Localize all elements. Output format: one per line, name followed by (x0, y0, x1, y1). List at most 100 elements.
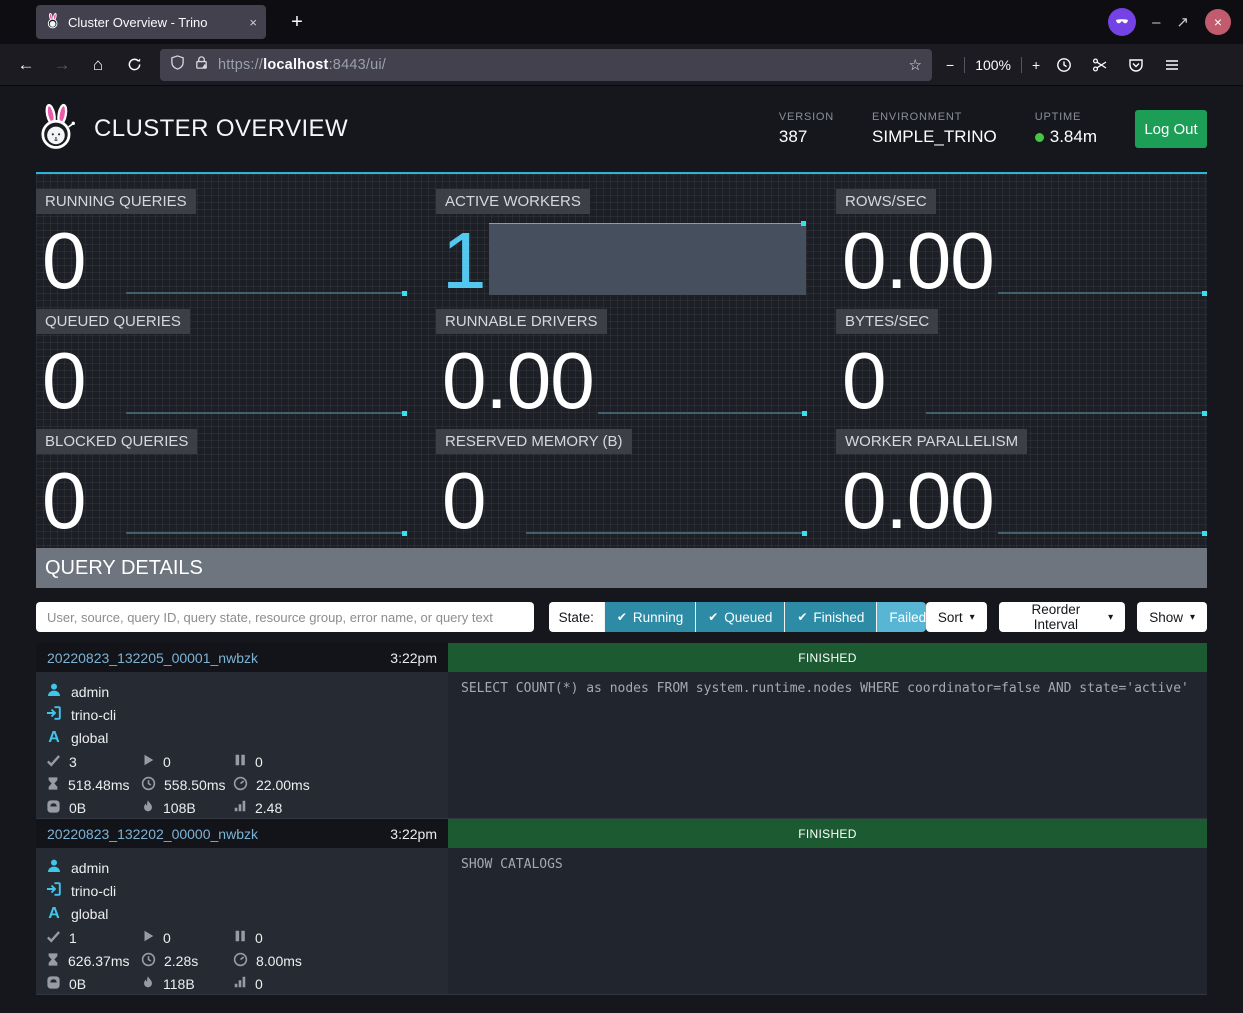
wall-time-hourglass-icon (46, 776, 60, 794)
url-host: localhost (263, 57, 328, 73)
query-user: admin (71, 860, 109, 876)
bookmark-star-icon[interactable]: ☆ (909, 56, 922, 74)
sort-dropdown[interactable]: Sort▾ (926, 602, 987, 632)
parallelism: 2.48 (255, 800, 282, 816)
screenshot-scissors-icon[interactable] (1084, 50, 1116, 80)
stat-card-active-workers: ACTIVE WORKERS 1 (436, 185, 807, 297)
current-memory-scale-icon (46, 975, 61, 993)
reload-button[interactable] (118, 50, 150, 80)
separator (1021, 57, 1022, 73)
query-time: 3:22pm (390, 650, 437, 666)
stat-value: 0.00 (842, 467, 994, 535)
resource-group-icon: A (46, 729, 62, 747)
stat-label: WORKER PARALLELISM (836, 429, 1027, 454)
shield-icon[interactable] (170, 55, 185, 75)
environment-label: ENVIRONMENT (872, 111, 997, 123)
logout-button[interactable]: Log Out (1135, 110, 1207, 148)
history-icon[interactable] (1048, 50, 1080, 80)
running-splits: 0 (163, 930, 171, 946)
sparkline (926, 412, 1206, 414)
show-dropdown[interactable]: Show▾ (1137, 602, 1207, 632)
zoom-in-button[interactable]: + (1032, 57, 1040, 73)
sparkline (126, 412, 406, 414)
current-memory-scale-icon (46, 799, 61, 817)
uptime-label: UPTIME (1035, 111, 1097, 123)
zoom-out-button[interactable]: − (946, 57, 954, 73)
cluster-stats-section: RUNNING QUERIES 0 ACTIVE WORKERS 1 ROWS/… (36, 174, 1207, 548)
tab-close-icon[interactable]: × (249, 15, 257, 30)
pocket-icon[interactable] (1120, 50, 1152, 80)
sparkline-endpoint (802, 411, 807, 416)
page-title: CLUSTER OVERVIEW (94, 115, 348, 143)
sparkline-endpoint (402, 291, 407, 296)
stat-card-bytes-sec: BYTES/SEC 0 (836, 305, 1207, 417)
menu-hamburger-icon[interactable] (1156, 50, 1188, 80)
home-button[interactable]: ⌂ (82, 50, 114, 80)
url-bar[interactable]: https://localhost:8443/ui/ ☆ (160, 49, 932, 81)
parallelism-bars-icon (233, 975, 247, 992)
completed-splits: 3 (69, 754, 77, 770)
stat-label: ACTIVE WORKERS (436, 189, 590, 214)
state-filter-group: State: ✔Running ✔Queued ✔Finished Failed… (549, 602, 926, 632)
sparkline (998, 532, 1206, 534)
query-info-panel: admin trino-cli Aglobal 1 0 0 626.37ms 2… (36, 848, 448, 994)
window-restore-button[interactable]: ↗ (1176, 13, 1189, 31)
stat-card-rows-sec: ROWS/SEC 0.00 (836, 185, 1207, 297)
url-scheme: https:// (218, 57, 263, 73)
stat-label: BYTES/SEC (836, 309, 938, 334)
window-close-button[interactable]: × (1205, 9, 1231, 35)
cumulative-memory-flame-icon (141, 799, 155, 817)
running-splits-play-icon (141, 753, 155, 770)
new-tab-button[interactable]: + (282, 7, 312, 37)
query-search-input[interactable] (36, 602, 534, 632)
wall-time: 626.37ms (68, 953, 129, 969)
forward-button[interactable]: → (46, 50, 78, 80)
query-header: 20220823_132202_00000_nwbzk 3:22pm (36, 819, 448, 848)
stat-label: BLOCKED QUERIES (36, 429, 197, 454)
stat-value: 0 (42, 227, 86, 295)
query-status-badge: FINISHED (448, 643, 1207, 672)
queued-splits: 0 (255, 754, 263, 770)
browser-navbar: ← → ⌂ https://localhost:8443/ui/ ☆ − 100… (0, 44, 1243, 86)
query-filter-toolbar: State: ✔Running ✔Queued ✔Finished Failed… (36, 588, 1207, 643)
state-filter-finished[interactable]: ✔Finished (784, 602, 876, 632)
stat-value: 0 (42, 467, 86, 535)
check-icon: ✔ (797, 610, 807, 624)
uptime-value: 3.84m (1050, 127, 1097, 147)
parallelism: 0 (255, 976, 263, 992)
zoom-level[interactable]: 100% (975, 57, 1011, 73)
current-memory: 0B (69, 800, 86, 816)
query-sql-text: SELECT COUNT(*) as nodes FROM system.run… (448, 672, 1207, 818)
sparkline-endpoint (801, 221, 806, 226)
sparkline-endpoint (802, 531, 807, 536)
stat-label: ROWS/SEC (836, 189, 936, 214)
query-id-link[interactable]: 20220823_132202_00000_nwbzk (47, 826, 258, 842)
stat-value: 0 (42, 347, 86, 415)
queued-splits: 0 (255, 930, 263, 946)
window-minimize-button[interactable]: – (1152, 14, 1160, 31)
state-filter-queued[interactable]: ✔Queued (695, 602, 784, 632)
parallelism-bars-icon (233, 799, 247, 816)
state-filter-running[interactable]: ✔Running (604, 602, 695, 632)
running-splits: 0 (163, 754, 171, 770)
separator (964, 57, 965, 73)
browser-tab[interactable]: Cluster Overview - Trino × (36, 5, 266, 39)
stat-value: 0.00 (842, 227, 994, 295)
url-text[interactable]: https://localhost:8443/ui/ (218, 57, 386, 73)
query-id-link[interactable]: 20220823_132205_00001_nwbzk (47, 650, 258, 666)
environment-value: SIMPLE_TRINO (872, 127, 997, 147)
current-memory: 0B (69, 976, 86, 992)
reorder-interval-dropdown[interactable]: Reorder Interval▾ (999, 602, 1125, 632)
lock-warning-icon[interactable] (194, 55, 209, 75)
back-button[interactable]: ← (10, 50, 42, 80)
completed-splits: 1 (69, 930, 77, 946)
cumulative-memory: 118B (163, 976, 195, 992)
state-filter-failed-dropdown[interactable]: Failed▾ (876, 602, 925, 632)
sparkline-endpoint (1202, 291, 1207, 296)
query-stats-grid: 3 0 0 518.48ms 558.50ms 22.00ms 0B 108B … (46, 750, 438, 819)
stat-value: 1 (442, 227, 486, 295)
sparkline (126, 292, 406, 294)
execution-time: 8.00ms (256, 953, 302, 969)
query-source: trino-cli (71, 707, 116, 723)
stat-label: QUEUED QUERIES (36, 309, 190, 334)
